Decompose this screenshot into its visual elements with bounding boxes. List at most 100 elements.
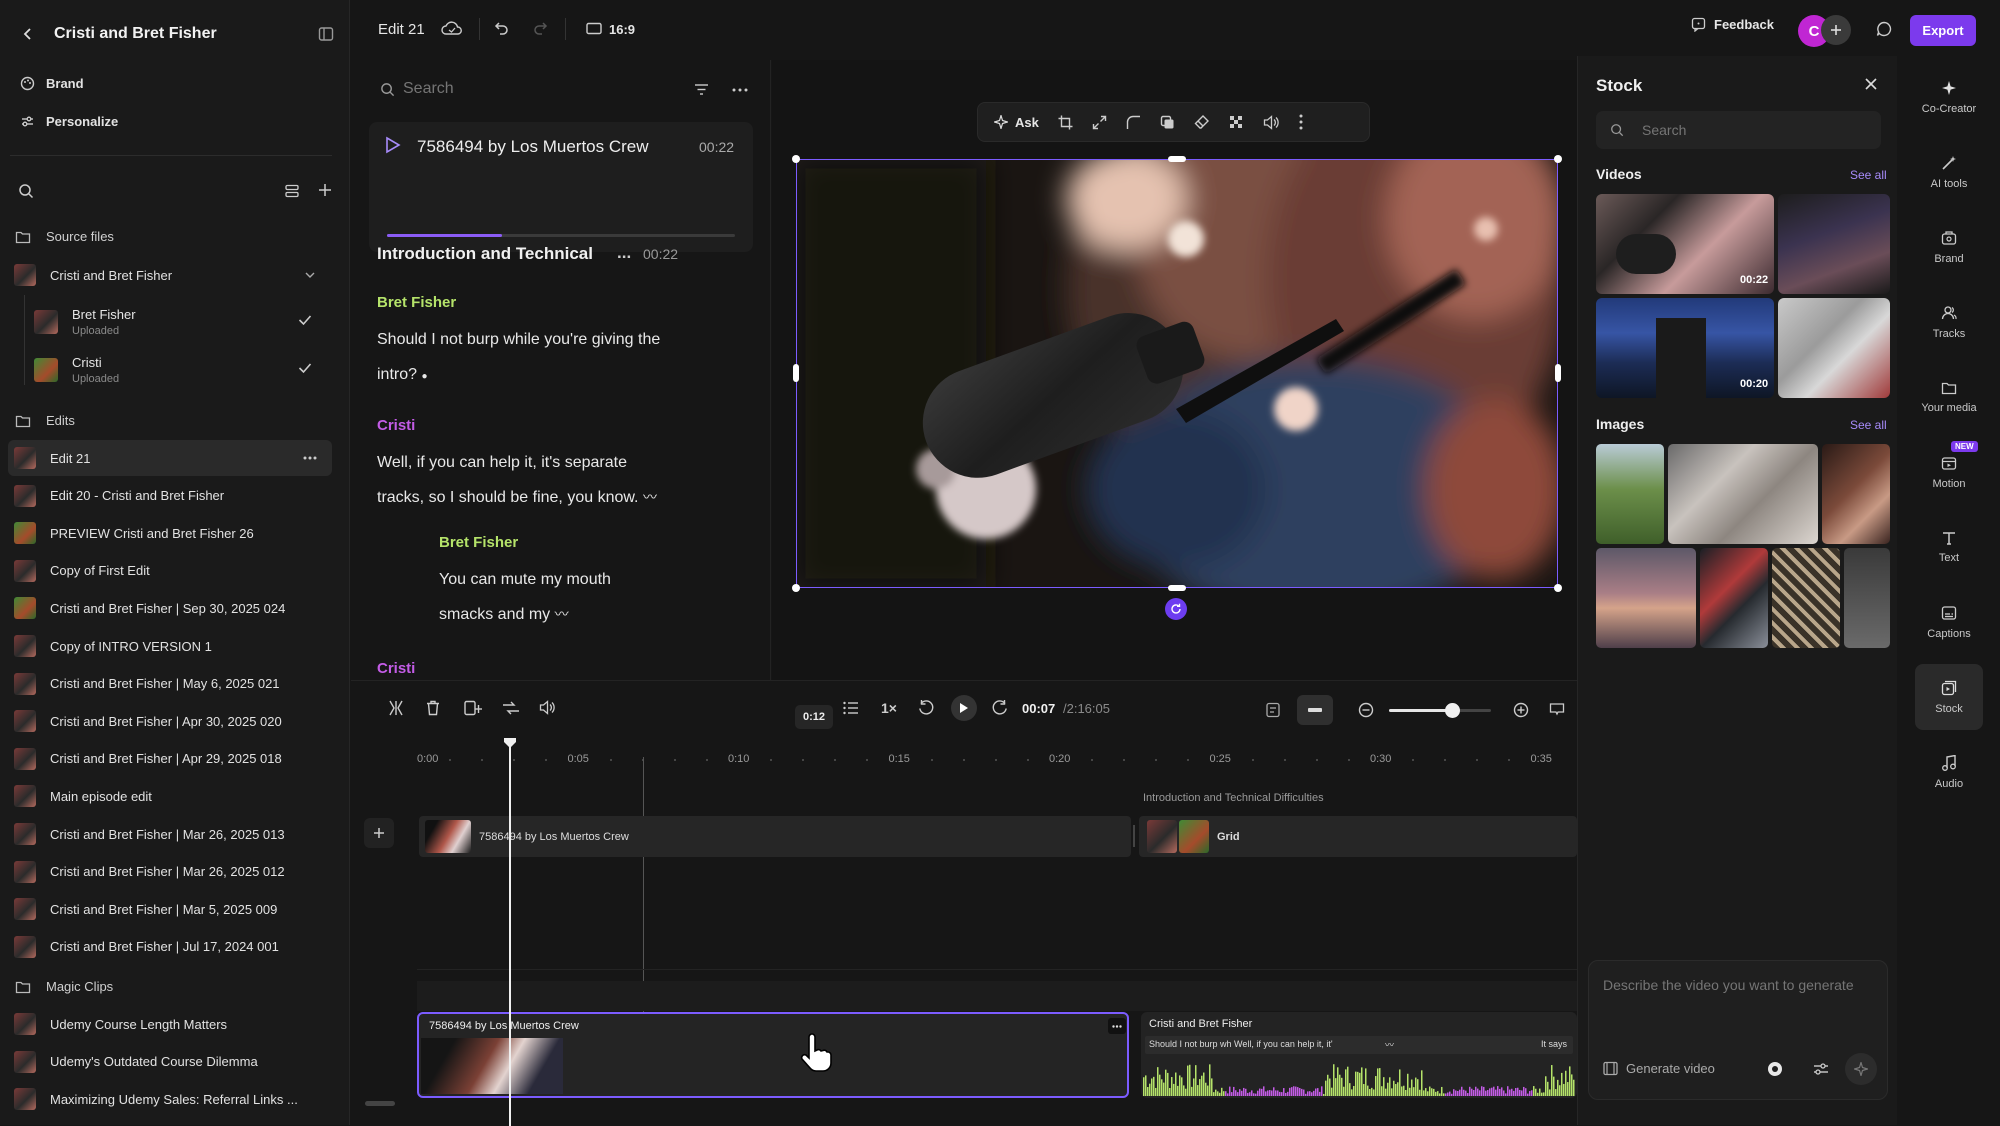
playhead-handle[interactable] (504, 738, 516, 748)
filter-icon[interactable] (694, 83, 709, 96)
clip-progress-track[interactable] (387, 234, 735, 237)
rail-brand[interactable]: Brand (1915, 214, 1983, 280)
expand-icon[interactable] (1092, 115, 1107, 130)
stock-image-thumb[interactable] (1844, 548, 1890, 648)
edit-list-item[interactable]: Cristi and Bret Fisher | Mar 5, 2025 009 (8, 891, 332, 927)
collapse-sidebar-icon[interactable] (318, 26, 334, 42)
sidebar-link-brand[interactable]: Brand (18, 76, 84, 91)
stock-video-thumb[interactable] (1778, 298, 1890, 398)
corner-radius-icon[interactable] (1126, 115, 1141, 130)
time-ruler[interactable]: 0:00 0:05 0:10 0:15 0:20 0:25 0:30 0:35 (351, 681, 1577, 781)
section-source-files[interactable]: Source files (14, 229, 114, 244)
stack-icon[interactable] (284, 183, 300, 199)
rail-stock[interactable]: Stock (1915, 664, 1983, 730)
transcript-line[interactable]: intro? (377, 366, 417, 383)
transcript-line-wrap[interactable]: smacks and my 〰 (439, 597, 699, 632)
model-select-icon[interactable] (1767, 1061, 1783, 1077)
undo-icon[interactable] (494, 21, 510, 35)
speaker-label[interactable]: Cristi (377, 417, 415, 434)
magic-clip-item[interactable]: Udemy's Outdated Course Dilemma (8, 1044, 332, 1080)
aspect-ratio-icon[interactable] (586, 22, 602, 35)
stock-video-thumb[interactable] (1778, 194, 1890, 294)
speaker-label[interactable]: Bret Fisher (439, 534, 518, 551)
rail-captions[interactable]: Captions (1915, 589, 1983, 655)
generate-prompt-input[interactable] (1603, 973, 1871, 1023)
transcript-paragraph[interactable]: You can mute my mouth smacks and my 〰 (439, 562, 699, 632)
resize-handle[interactable] (793, 364, 799, 382)
scene-clip[interactable]: Grid (1139, 816, 1577, 857)
transcript-line-wrap[interactable]: intro? ● (377, 357, 717, 394)
edit-list-item[interactable]: Edit 21 (8, 440, 332, 476)
transcript-line[interactable]: You can mute my mouth (439, 562, 699, 597)
stock-video-thumb[interactable]: 00:22 (1596, 194, 1774, 294)
videos-see-all[interactable]: See all (1850, 168, 1887, 182)
edit-list-item[interactable]: Cristi and Bret Fisher | Apr 30, 2025 02… (8, 703, 332, 739)
edit-list-item[interactable]: Cristi and Bret Fisher | Apr 29, 2025 01… (8, 741, 332, 777)
settings-sliders-icon[interactable] (1813, 1062, 1829, 1076)
back-arrow-icon[interactable] (20, 26, 36, 42)
resize-handle[interactable] (792, 584, 800, 592)
rail-tracks[interactable]: Tracks (1915, 289, 1983, 355)
speaker-label[interactable]: Bret Fisher (377, 294, 456, 311)
add-icon[interactable] (318, 183, 332, 197)
resize-handle[interactable] (1554, 155, 1562, 163)
volume-icon[interactable] (1263, 114, 1280, 130)
clip-card[interactable]: 7586494 by Los Muertos Crew 00:22 (369, 122, 753, 252)
edit-list-item[interactable]: Cristi and Bret Fisher | May 6, 2025 021 (8, 666, 332, 702)
transcript-line[interactable]: smacks and my (439, 606, 550, 623)
play-icon[interactable] (385, 136, 401, 154)
more-vertical-icon[interactable] (1299, 114, 1303, 130)
edit-list-item[interactable]: Cristi and Bret Fisher | Mar 26, 2025 01… (8, 816, 332, 852)
stock-image-thumb[interactable] (1596, 444, 1664, 544)
invite-button[interactable] (1821, 15, 1851, 45)
speaker-label[interactable]: Cristi (377, 660, 415, 677)
media-clip[interactable]: 7586494 by Los Muertos Crew (417, 1012, 1129, 1098)
edit-list-item[interactable]: Cristi and Bret Fisher | Sep 30, 2025 02… (8, 590, 332, 626)
source-item[interactable]: Cristi Uploaded (34, 348, 324, 392)
resize-handle[interactable] (792, 155, 800, 163)
edit-list-item[interactable]: Edit 20 - Cristi and Bret Fisher (8, 478, 332, 514)
stock-search-input[interactable] (1642, 119, 1862, 141)
eraser-icon[interactable] (1194, 114, 1210, 130)
edit-list-item[interactable]: PREVIEW Cristi and Bret Fisher 26 (8, 515, 332, 551)
rail-your-media[interactable]: Your media (1915, 364, 1983, 430)
empty-track[interactable] (417, 981, 1577, 1011)
comment-icon[interactable] (1876, 21, 1892, 37)
source-item[interactable]: Bret Fisher Uploaded (34, 300, 324, 344)
section-magic-clips[interactable]: Magic Clips (14, 979, 113, 994)
rail-motion[interactable]: NEW Motion (1915, 439, 1983, 505)
edit-list-item[interactable]: Main episode edit (8, 778, 332, 814)
transcript-paragraph[interactable]: Should I not burp while you're giving th… (377, 322, 717, 394)
chevron-down-icon[interactable] (304, 269, 316, 281)
redo-icon[interactable] (532, 21, 548, 35)
edit-list-item[interactable]: Copy of First Edit (8, 553, 332, 589)
feedback-button[interactable]: Feedback (1691, 17, 1774, 32)
rail-audio[interactable]: Audio (1915, 739, 1983, 805)
video-frame[interactable] (796, 159, 1558, 588)
scene-clip[interactable]: 7586494 by Los Muertos Crew (419, 816, 1131, 857)
stock-image-thumb[interactable] (1700, 548, 1768, 648)
transcript-line[interactable]: Should I not burp while you're giving th… (377, 322, 717, 357)
generate-submit-button[interactable] (1845, 1053, 1877, 1085)
stock-image-thumb[interactable] (1668, 444, 1818, 544)
clip-more-button[interactable] (1108, 1018, 1126, 1034)
edit-list-item[interactable]: Cristi and Bret Fisher | Jul 17, 2024 00… (8, 929, 332, 965)
section-edits[interactable]: Edits (14, 413, 75, 428)
search-icon[interactable] (18, 183, 34, 199)
close-icon[interactable] (1865, 78, 1877, 90)
resize-handle[interactable] (1168, 585, 1186, 591)
more-icon[interactable] (732, 88, 748, 92)
more-icon[interactable] (303, 456, 317, 460)
section-ellipsis[interactable]: ... (617, 243, 631, 263)
sidebar-link-personalize[interactable]: Personalize (18, 114, 118, 129)
edit-name[interactable]: Edit 21 (378, 21, 425, 38)
magic-clip-item[interactable]: Udemy Course Length Matters (8, 1006, 332, 1042)
aspect-ratio-label[interactable]: 16:9 (609, 22, 635, 37)
resize-handle[interactable] (1168, 156, 1186, 162)
transcript-search-input[interactable] (403, 76, 603, 102)
transparency-icon[interactable] (1229, 115, 1244, 130)
rail-ai-tools[interactable]: AI tools (1915, 139, 1983, 205)
add-track-button[interactable] (364, 818, 394, 848)
stock-image-thumb[interactable] (1772, 548, 1840, 648)
stock-search[interactable] (1596, 111, 1881, 149)
